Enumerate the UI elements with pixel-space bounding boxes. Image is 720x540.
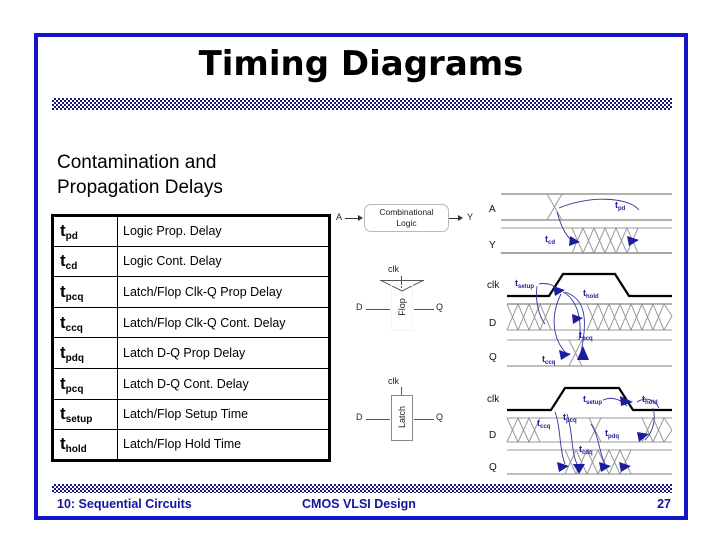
annotation-tcd: tcd bbox=[545, 234, 556, 246]
latch-input-label: D bbox=[356, 412, 363, 422]
delay-description: Latch/Flop Clk-Q Cont. Delay bbox=[117, 306, 330, 339]
delay-symbol-subscript: pd bbox=[65, 231, 78, 243]
section-heading: Contamination and Propagation Delays bbox=[57, 150, 317, 200]
table-row: tsetup Latch/Flop Setup Time bbox=[52, 398, 330, 431]
delay-description: Logic Cont. Delay bbox=[117, 245, 330, 278]
delay-symbol: tpd bbox=[52, 215, 118, 247]
table-row: tpcq Latch/Flop Clk-Q Prop Delay bbox=[52, 276, 330, 308]
table-row: tccq Latch/Flop Clk-Q Cont. Delay bbox=[52, 306, 330, 339]
comb-input-arrow-icon bbox=[358, 214, 363, 221]
footer-book: CMOS VLSI Design bbox=[302, 497, 416, 511]
delay-symbol: tccq bbox=[52, 306, 118, 339]
delay-description: Latch D-Q Prop Delay bbox=[117, 337, 330, 369]
delay-symbol-subscript: cd bbox=[65, 261, 78, 273]
footer: 10: Sequential Circuits CMOS VLSI Design… bbox=[57, 497, 677, 515]
annotation-thold2: thold bbox=[642, 394, 658, 406]
waveform-group-flop: clk D Q tsetup thold tpcq tccq bbox=[487, 268, 684, 376]
delay-symbol: tcd bbox=[52, 245, 118, 278]
comb-label-line1: Combinational bbox=[379, 207, 434, 217]
delay-symbol-base: t bbox=[60, 373, 66, 393]
annotation-tpcq: tpcq bbox=[579, 330, 593, 342]
delay-symbol-subscript: hold bbox=[65, 444, 87, 456]
delay-symbol-base: t bbox=[60, 312, 66, 332]
waveform-logic-svg bbox=[501, 193, 672, 255]
delay-symbol-subscript: setup bbox=[65, 414, 93, 426]
table-row: tpdq Latch D-Q Prop Delay bbox=[52, 337, 330, 369]
comb-output-arrow-icon bbox=[458, 214, 463, 221]
delay-description: Latch/Flop Clk-Q Prop Delay bbox=[117, 276, 330, 308]
latch-body-label: Latch bbox=[397, 405, 407, 428]
delay-symbol-base: t bbox=[60, 343, 66, 363]
delay-symbol-base: t bbox=[60, 221, 66, 241]
latch-input-wire bbox=[366, 419, 390, 420]
delay-symbol-subscript: pcq bbox=[65, 383, 84, 395]
delay-symbol: tpdq bbox=[52, 337, 118, 369]
delay-description: Latch D-Q Cont. Delay bbox=[117, 367, 330, 400]
table-row: tpcq Latch D-Q Cont. Delay bbox=[52, 367, 330, 400]
section-heading-line2: Propagation Delays bbox=[57, 177, 223, 198]
latch-clk-label: clk bbox=[388, 376, 399, 386]
delay-symbol-subscript: ccq bbox=[65, 322, 83, 334]
delay-symbol: tsetup bbox=[52, 398, 118, 431]
annotation-tccq2: tccq bbox=[537, 418, 551, 430]
delay-definitions-table: tpd Logic Prop. Delay tcd Logic Cont. Delay… bbox=[51, 214, 331, 462]
page-title: Timing Diagrams bbox=[198, 44, 524, 84]
timing-waveform-panel: A Y tpd tcd clk D Q tsetup thold tpcq tc… bbox=[487, 190, 684, 485]
decorative-band-bottom bbox=[52, 484, 672, 493]
comb-input-wire bbox=[345, 218, 358, 219]
delay-symbol-base: t bbox=[60, 251, 66, 271]
annotation-tcdq: tcdq bbox=[579, 444, 593, 456]
flop-output-wire bbox=[414, 309, 434, 310]
annotation-tpcq2: tpcq bbox=[563, 412, 577, 424]
annotation-tccq: tccq bbox=[542, 354, 556, 366]
annotation-tsetup: tsetup bbox=[515, 278, 535, 290]
comb-output-label: Y bbox=[467, 212, 474, 222]
annotation-tsetup2: tsetup bbox=[583, 394, 603, 406]
delay-symbol-subscript: pcq bbox=[65, 291, 84, 303]
annotation-thold: thold bbox=[583, 288, 599, 300]
delay-symbol: tpcq bbox=[52, 276, 118, 308]
waveform-group-logic: A Y tpd tcd bbox=[487, 190, 684, 262]
delay-symbol-base: t bbox=[60, 434, 66, 454]
annotation-tpdq: tpdq bbox=[605, 428, 619, 440]
section-heading-line1: Contamination and bbox=[57, 152, 217, 173]
table-row: tcd Logic Cont. Delay bbox=[52, 245, 330, 278]
latch-output-label: Q bbox=[436, 412, 444, 422]
delay-description: Logic Prop. Delay bbox=[117, 215, 330, 247]
delay-description: Latch/Flop Hold Time bbox=[117, 429, 330, 461]
flop-input-label: D bbox=[356, 302, 363, 312]
combinational-logic-block-label: Combinational Logic bbox=[364, 207, 449, 229]
flop-input-wire bbox=[366, 309, 390, 310]
flop-clk-label: clk bbox=[388, 264, 399, 274]
annotation-tpd: tpd bbox=[615, 200, 626, 212]
delay-symbol: tpcq bbox=[52, 367, 118, 400]
delay-description: Latch/Flop Setup Time bbox=[117, 398, 330, 431]
waveform-group-latch: clk D Q tccq tpcq tsetup thold tcdq tpdq bbox=[487, 382, 684, 482]
footer-page-number: 27 bbox=[657, 497, 671, 511]
latch-output-wire bbox=[414, 419, 434, 420]
delay-symbol-base: t bbox=[60, 404, 66, 424]
table-row: thold Latch/Flop Hold Time bbox=[52, 429, 330, 461]
flop-body-label: Flop bbox=[397, 298, 407, 316]
delay-symbol-base: t bbox=[60, 281, 66, 301]
footer-section: 10: Sequential Circuits bbox=[57, 497, 192, 511]
delay-symbol-subscript: pdq bbox=[65, 353, 84, 365]
slide: Timing Diagrams Contamination and Propag… bbox=[0, 0, 720, 540]
decorative-band-top bbox=[52, 98, 672, 110]
table-row: tpd Logic Prop. Delay bbox=[52, 215, 330, 247]
flop-output-label: Q bbox=[436, 302, 444, 312]
delay-symbol: thold bbox=[52, 429, 118, 461]
circuit-diagrams: A Combinational Logic Y clk Flop D Q clk… bbox=[336, 190, 486, 480]
comb-input-label: A bbox=[336, 212, 343, 222]
comb-label-line2: Logic bbox=[396, 218, 417, 228]
